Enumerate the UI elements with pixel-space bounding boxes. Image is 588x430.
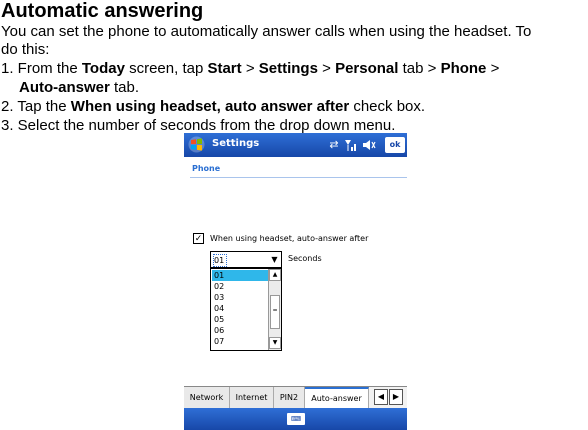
section-divider: [190, 177, 407, 178]
tab-internet[interactable]: Internet: [230, 387, 274, 408]
intro-text-line-1: You can set the phone to automatically a…: [1, 23, 532, 40]
connectivity-icon[interactable]: ⇄: [327, 138, 341, 152]
intro-text-line-2: do this:: [1, 41, 50, 58]
windows-start-icon[interactable]: [188, 136, 205, 153]
step-1-continued: Auto-answer tab.: [19, 78, 139, 97]
dropdown-scrollbar[interactable]: ▲ ═ ▼: [268, 269, 281, 350]
title-bar: Settings ⇄ ok: [184, 133, 407, 157]
title-bar-title: Settings: [212, 138, 260, 149]
step-2-text: check box.: [349, 98, 426, 115]
step-1-text-d: tab >: [398, 60, 441, 77]
dropdown-option[interactable]: 01: [212, 270, 268, 281]
scroll-up-icon[interactable]: ▲: [269, 269, 281, 281]
dropdown-option[interactable]: 03: [212, 292, 268, 303]
step-1-text-c: >: [317, 60, 336, 77]
tab-pin2[interactable]: PIN2: [274, 387, 305, 408]
tab-scroll-right-icon[interactable]: ▶: [389, 389, 403, 405]
seconds-dropdown[interactable]: 01 ▼: [210, 251, 282, 268]
tab-bar: Network Internet PIN2 Auto-answer ◀ ▶: [184, 386, 407, 409]
ok-button[interactable]: ok: [385, 137, 405, 153]
step-1-text-f: tab.: [109, 79, 140, 96]
step-1-text-b: >: [241, 60, 259, 77]
step-1-text-e: >: [486, 60, 500, 77]
section-heading-phone: Phone: [192, 164, 221, 173]
bottom-bar: ⌨: [184, 408, 407, 430]
step-1-phone: Phone: [440, 60, 487, 77]
step-1-text-a: screen, tap: [124, 60, 208, 77]
seconds-dropdown-list[interactable]: 01 02 03 04 05 06 07 ▲ ═ ▼: [210, 268, 282, 351]
seconds-label: Seconds: [288, 254, 322, 263]
seconds-dropdown-value[interactable]: 01: [213, 254, 227, 267]
dropdown-option[interactable]: 04: [212, 303, 268, 314]
step-1-start: Start: [207, 60, 242, 77]
step-1-personal: Personal: [335, 60, 399, 77]
volume-icon[interactable]: [362, 138, 376, 152]
step-1-auto-answer: Auto-answer: [19, 79, 110, 96]
signal-icon[interactable]: [344, 138, 358, 152]
step-2-prefix: 2. Tap the: [1, 98, 71, 115]
step-1-settings: Settings: [258, 60, 318, 77]
dropdown-option[interactable]: 02: [212, 281, 268, 292]
chevron-down-icon[interactable]: ▼: [268, 252, 281, 267]
tab-network[interactable]: Network: [184, 387, 230, 408]
auto-answer-checkbox-label[interactable]: When using headset, auto-answer after: [210, 233, 368, 245]
step-1-today: Today: [81, 60, 125, 77]
step-2: 2. Tap the When using headset, auto answ…: [1, 97, 425, 116]
page-title: Automatic answering: [1, 0, 204, 22]
step-1: 1. From the Today screen, tap Start > Se…: [1, 59, 499, 78]
auto-answer-checkbox[interactable]: ✓: [193, 233, 204, 244]
tab-auto-answer[interactable]: Auto-answer: [305, 387, 369, 408]
tab-scroll-left-icon[interactable]: ◀: [374, 389, 388, 405]
scrollbar-thumb[interactable]: ═: [270, 295, 280, 329]
scroll-down-icon[interactable]: ▼: [269, 337, 281, 349]
step-1-prefix: 1. From the: [1, 60, 82, 77]
dropdown-option[interactable]: 07: [212, 336, 268, 347]
dropdown-option[interactable]: 05: [212, 314, 268, 325]
phone-screenshot: Settings ⇄ ok Phone ✓ When using headset…: [184, 133, 407, 430]
dropdown-option[interactable]: 06: [212, 325, 268, 336]
step-2-checkbox-name: When using headset, auto answer after: [70, 98, 350, 115]
keyboard-icon[interactable]: ⌨: [287, 413, 305, 425]
